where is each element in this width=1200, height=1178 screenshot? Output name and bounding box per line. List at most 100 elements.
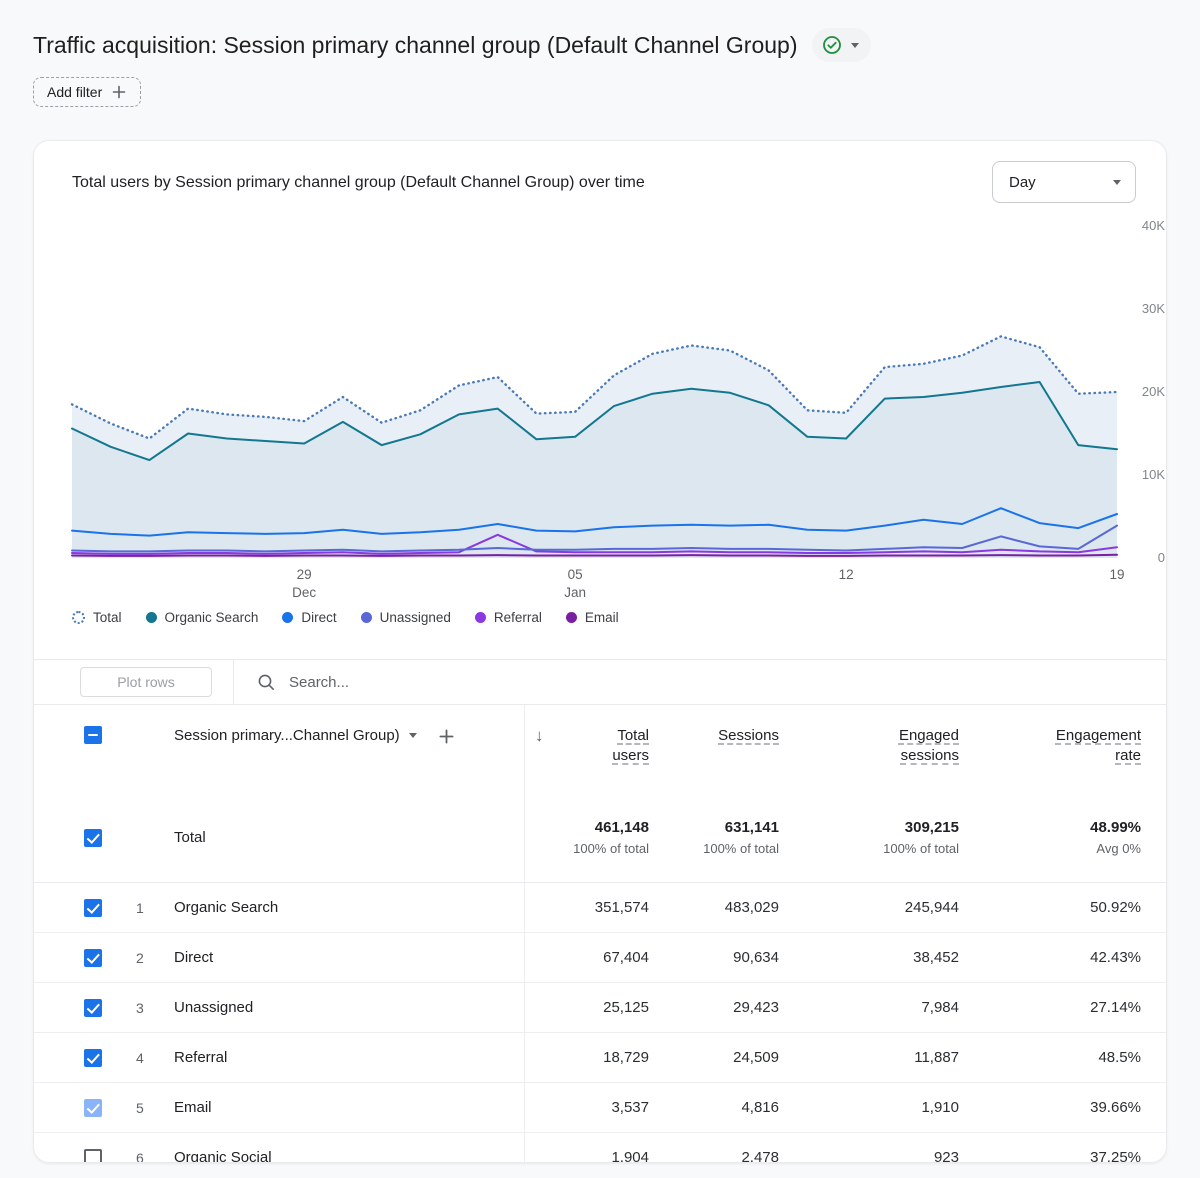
metric-value: 245,944 <box>904 899 959 916</box>
x-axis-tick: 05 Jan <box>564 567 586 600</box>
legend-label: Organic Search <box>164 610 259 625</box>
metric-value: 50.92% <box>1090 899 1141 916</box>
metric-value: 1,904 <box>611 1149 649 1163</box>
legend-item-direct: Direct <box>282 610 337 625</box>
chevron-down-icon <box>850 42 859 48</box>
table-row: 4 Referral 18,729 24,509 11,887 48.5% <box>34 1033 1166 1083</box>
metric-subtext: 100% of total <box>703 841 779 856</box>
chevron-down-icon <box>1113 179 1121 185</box>
row-number: 6 <box>136 1149 144 1163</box>
y-axis-label: 20K <box>1141 384 1165 399</box>
metric-value: 24,509 <box>733 1049 779 1066</box>
totals-label: Total <box>174 829 206 846</box>
sort-descending-icon[interactable]: ↓ <box>535 726 544 746</box>
row-number: 4 <box>136 1049 144 1066</box>
legend-item-unassigned: Unassigned <box>360 610 451 625</box>
x-axis: 29 Dec 05 Jan 12 19 <box>72 566 1124 606</box>
page-title: Traffic acquisition: Session primary cha… <box>33 32 798 58</box>
plot-rows-button[interactable]: Plot rows <box>80 667 212 697</box>
channel-name: Email <box>174 1099 212 1116</box>
legend-item-referral: Referral <box>474 610 542 625</box>
table-row: 6 Organic Social 1,904 2,478 923 37.25% <box>34 1133 1166 1163</box>
table-row: 1 Organic Search 351,574 483,029 245,944… <box>34 883 1166 933</box>
metric-value: 90,634 <box>733 949 779 966</box>
metric-value: 4,816 <box>741 1099 779 1116</box>
metric-subtext: Avg 0% <box>1096 841 1141 856</box>
metric-value: 27.14% <box>1090 999 1141 1016</box>
table-header-row: Session primary...Channel Group) ↓ Total… <box>34 705 1166 793</box>
add-filter-label: Add filter <box>47 84 103 100</box>
legend-label: Referral <box>493 610 542 625</box>
row-checkbox[interactable] <box>84 1048 102 1067</box>
dimension-header[interactable]: Session primary...Channel Group) <box>174 726 400 746</box>
granularity-select[interactable]: Day <box>992 161 1136 203</box>
legend-item-total: Total <box>72 610 122 625</box>
row-checkbox[interactable] <box>84 998 102 1017</box>
y-axis-label: 30K <box>1141 301 1165 316</box>
metric-value: 631,141 <box>724 819 779 836</box>
metric-value: 42.43% <box>1090 949 1141 966</box>
search-input[interactable] <box>289 673 709 691</box>
totals-row: Total 461,148 100% of total 631,141 100%… <box>34 793 1166 883</box>
report-header: Traffic acquisition: Session primary cha… <box>0 0 1200 62</box>
metric-value: 37.25% <box>1090 1149 1141 1163</box>
table-search <box>256 672 1166 692</box>
metric-value: 923 <box>933 1149 959 1163</box>
series-dot-icon <box>360 612 372 623</box>
column-header-sessions[interactable]: Sessions <box>697 726 779 746</box>
metric-value: 7,984 <box>921 999 959 1016</box>
report-status-button[interactable] <box>811 28 871 62</box>
metric-value: 11,887 <box>914 1049 959 1066</box>
row-checkbox[interactable] <box>84 1098 102 1117</box>
metric-value: 3,537 <box>611 1099 649 1116</box>
row-checkbox[interactable] <box>84 1148 102 1162</box>
metric-value: 25,125 <box>603 999 649 1016</box>
metric-subtext: 100% of total <box>883 841 959 856</box>
column-header-engaged-sessions[interactable]: Engaged sessions <box>881 726 959 766</box>
column-header-engagement-rate[interactable]: Engagement rate <box>1031 726 1141 766</box>
metric-value: 2,478 <box>741 1149 779 1163</box>
table-toolbar: Plot rows <box>34 659 1166 705</box>
x-axis-tick: 29 Dec <box>292 567 317 600</box>
column-header-total-users[interactable]: Total users <box>591 726 649 766</box>
metric-value: 1,910 <box>921 1099 959 1116</box>
x-axis-tick: 12 <box>838 567 854 582</box>
add-dimension-button[interactable] <box>437 727 456 746</box>
row-checkbox[interactable] <box>84 898 102 917</box>
select-all-checkbox[interactable] <box>84 726 102 744</box>
traffic-acquisition-card: Total users by Session primary channel g… <box>33 140 1167 1163</box>
x-axis-tick: 19 <box>1109 567 1125 582</box>
chart-legend: Total Organic Search Direct Unassigned R… <box>72 610 1166 625</box>
row-number: 1 <box>136 899 144 916</box>
y-axis-label: 40K <box>1141 218 1165 233</box>
y-axis-label: 10K <box>1141 467 1165 482</box>
series-dot-icon <box>565 612 577 623</box>
toolbar-divider <box>233 659 234 705</box>
metric-value: 483,029 <box>724 899 779 916</box>
channel-name: Unassigned <box>174 999 254 1016</box>
row-checkbox[interactable] <box>84 948 102 967</box>
plus-icon <box>111 84 127 100</box>
metric-value: 18,729 <box>603 1049 649 1066</box>
row-number: 5 <box>136 1099 144 1116</box>
row-checkbox[interactable] <box>84 828 102 847</box>
metric-value: 48.5% <box>1098 1049 1141 1066</box>
row-number: 3 <box>136 999 144 1016</box>
series-dot-icon <box>145 612 157 623</box>
metric-value: 38,452 <box>913 949 959 966</box>
chart-card-header: Total users by Session primary channel g… <box>34 141 1166 203</box>
check-circle-icon <box>822 35 842 55</box>
y-axis-label: 0 <box>1157 550 1165 565</box>
total-dotted-icon <box>72 611 85 624</box>
legend-label: Total <box>93 610 122 625</box>
metric-value: 39.66% <box>1090 1099 1141 1116</box>
dimension-dropdown-icon[interactable] <box>408 733 417 738</box>
metric-value: 309,215 <box>904 819 959 836</box>
line-chart: 40K 30K 20K 10K 0 29 Dec 05 Jan 12 19 <box>70 219 1165 600</box>
metric-subtext: 100% of total <box>573 841 649 856</box>
channel-name: Referral <box>174 1049 228 1066</box>
search-icon <box>256 672 276 692</box>
add-filter-button[interactable]: Add filter <box>33 77 142 107</box>
row-number: 2 <box>136 949 144 966</box>
legend-item-organic-search: Organic Search <box>145 610 259 625</box>
